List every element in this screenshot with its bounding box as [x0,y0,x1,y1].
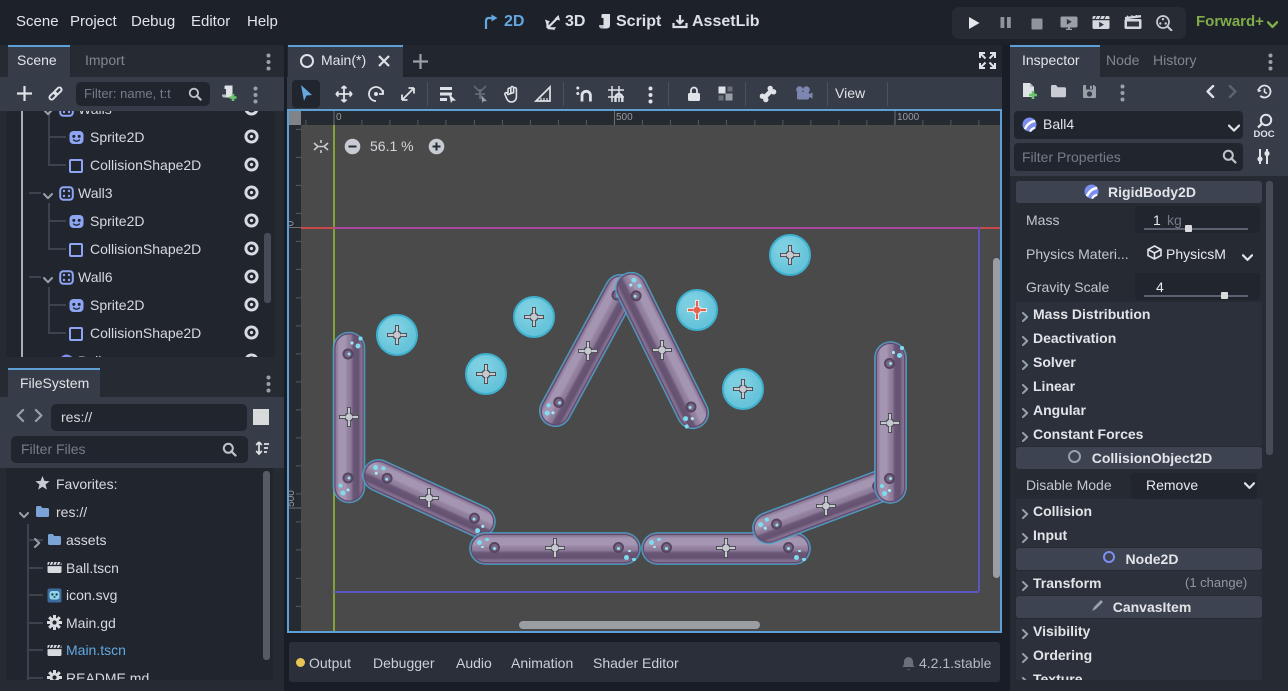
svg-text:DOC: DOC [1254,129,1275,139]
